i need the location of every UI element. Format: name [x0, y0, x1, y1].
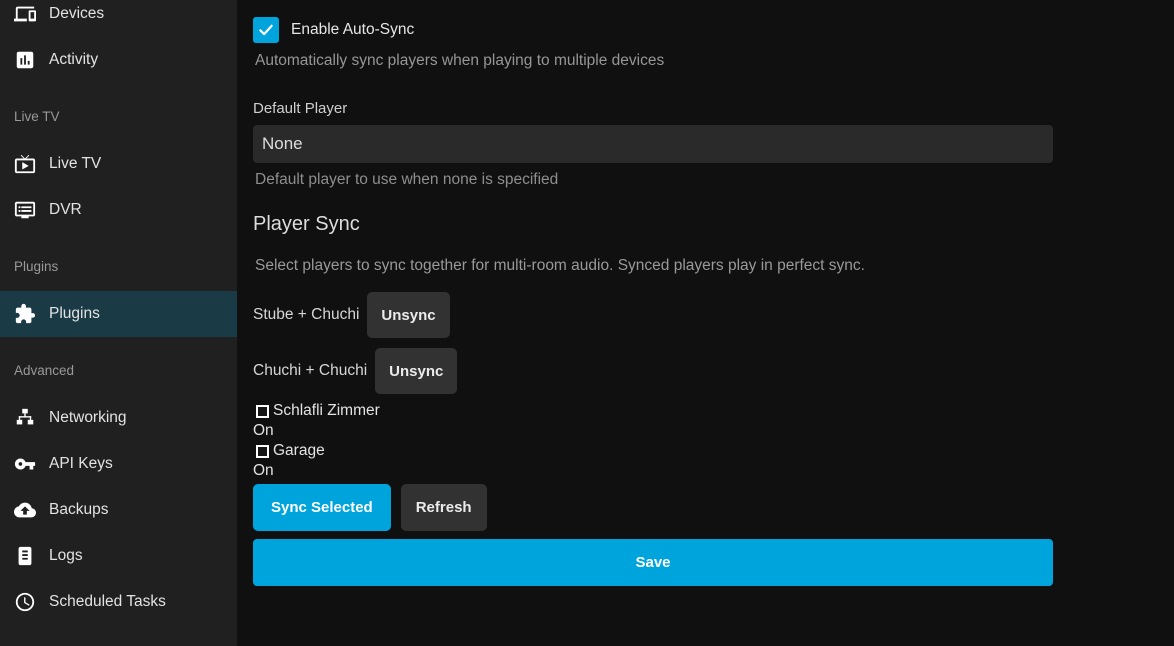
default-player-value: None: [262, 134, 303, 154]
sidebar-item-logs[interactable]: Logs: [0, 533, 237, 579]
sync-group-label: Stube + Chuchi: [253, 306, 359, 324]
sidebar-item-networking[interactable]: Networking: [0, 395, 237, 441]
sidebar-item-label: Backups: [49, 501, 108, 519]
sync-group-row: Stube + Chuchi Unsync: [253, 292, 1053, 338]
player-sync-description: Select players to sync together for mult…: [255, 257, 1053, 275]
refresh-button[interactable]: Refresh: [401, 484, 487, 531]
sidebar-section-live-tv: Live TV: [0, 101, 237, 131]
sidebar-item-api-keys[interactable]: API Keys: [0, 441, 237, 487]
sidebar-item-devices[interactable]: Devices: [0, 0, 237, 37]
sidebar-item-label: Logs: [49, 547, 83, 565]
sidebar-item-label: API Keys: [49, 455, 113, 473]
player-row: Garage: [253, 441, 1053, 461]
sidebar-nav: Devices Activity Live TV Live TV DVR: [0, 0, 237, 625]
sidebar: Devices Activity Live TV Live TV DVR: [0, 0, 237, 646]
player-status: On: [253, 421, 1053, 441]
sidebar-item-label: Activity: [49, 51, 98, 69]
sidebar-item-scheduled-tasks[interactable]: Scheduled Tasks: [0, 579, 237, 625]
auto-sync-description: Automatically sync players when playing …: [255, 52, 1053, 70]
checkmark-icon: [257, 21, 275, 39]
sync-group-row: Chuchi + Chuchi Unsync: [253, 348, 1053, 394]
sidebar-item-label: DVR: [49, 201, 82, 219]
sidebar-item-label: Live TV: [49, 155, 101, 173]
player-label: Garage: [273, 442, 325, 460]
sidebar-section-plugins: Plugins: [0, 251, 237, 281]
auto-sync-label: Enable Auto-Sync: [291, 21, 414, 39]
unsync-button[interactable]: Unsync: [367, 292, 449, 338]
sidebar-section-advanced: Advanced: [0, 355, 237, 385]
unsync-button[interactable]: Unsync: [375, 348, 457, 394]
player-label: Schlafli Zimmer: [273, 402, 380, 420]
sidebar-item-activity[interactable]: Activity: [0, 37, 237, 83]
default-player-select[interactable]: None: [253, 125, 1053, 163]
logs-icon: [14, 545, 36, 567]
auto-sync-checkbox[interactable]: [253, 17, 279, 43]
sidebar-item-backups[interactable]: Backups: [0, 487, 237, 533]
player-checkbox[interactable]: [256, 445, 269, 458]
player-sync-title: Player Sync: [253, 213, 1053, 236]
live-tv-icon: [14, 153, 36, 175]
networking-icon: [14, 407, 36, 429]
sidebar-item-label: Networking: [49, 409, 127, 427]
player-row: Schlafli Zimmer: [253, 401, 1053, 421]
sync-group-label: Chuchi + Chuchi: [253, 362, 367, 380]
activity-icon: [14, 49, 36, 71]
scheduled-tasks-icon: [14, 591, 36, 613]
sidebar-item-label: Plugins: [49, 305, 100, 323]
sidebar-item-label: Devices: [49, 5, 104, 23]
key-icon: [14, 453, 36, 475]
sync-actions: Sync Selected Refresh: [253, 484, 1053, 531]
main-content: Enable Auto-Sync Automatically sync play…: [237, 0, 1174, 646]
player-status: On: [253, 461, 1053, 481]
sidebar-item-live-tv[interactable]: Live TV: [0, 141, 237, 187]
save-button[interactable]: Save: [253, 539, 1053, 586]
sync-selected-button[interactable]: Sync Selected: [253, 484, 391, 531]
app-window: Devices Activity Live TV Live TV DVR: [0, 0, 1174, 646]
devices-icon: [14, 3, 36, 25]
backups-icon: [14, 499, 36, 521]
sidebar-item-dvr[interactable]: DVR: [0, 187, 237, 233]
player-list: Schlafli Zimmer On Garage On: [253, 401, 1053, 481]
sidebar-item-plugins[interactable]: Plugins: [0, 291, 237, 337]
default-player-label: Default Player: [253, 100, 1053, 117]
default-player-help: Default player to use when none is speci…: [255, 171, 1053, 189]
plugins-icon: [14, 303, 36, 325]
player-checkbox[interactable]: [256, 405, 269, 418]
sidebar-item-label: Scheduled Tasks: [49, 593, 166, 611]
dvr-icon: [14, 199, 36, 221]
auto-sync-row: Enable Auto-Sync: [253, 17, 1053, 43]
